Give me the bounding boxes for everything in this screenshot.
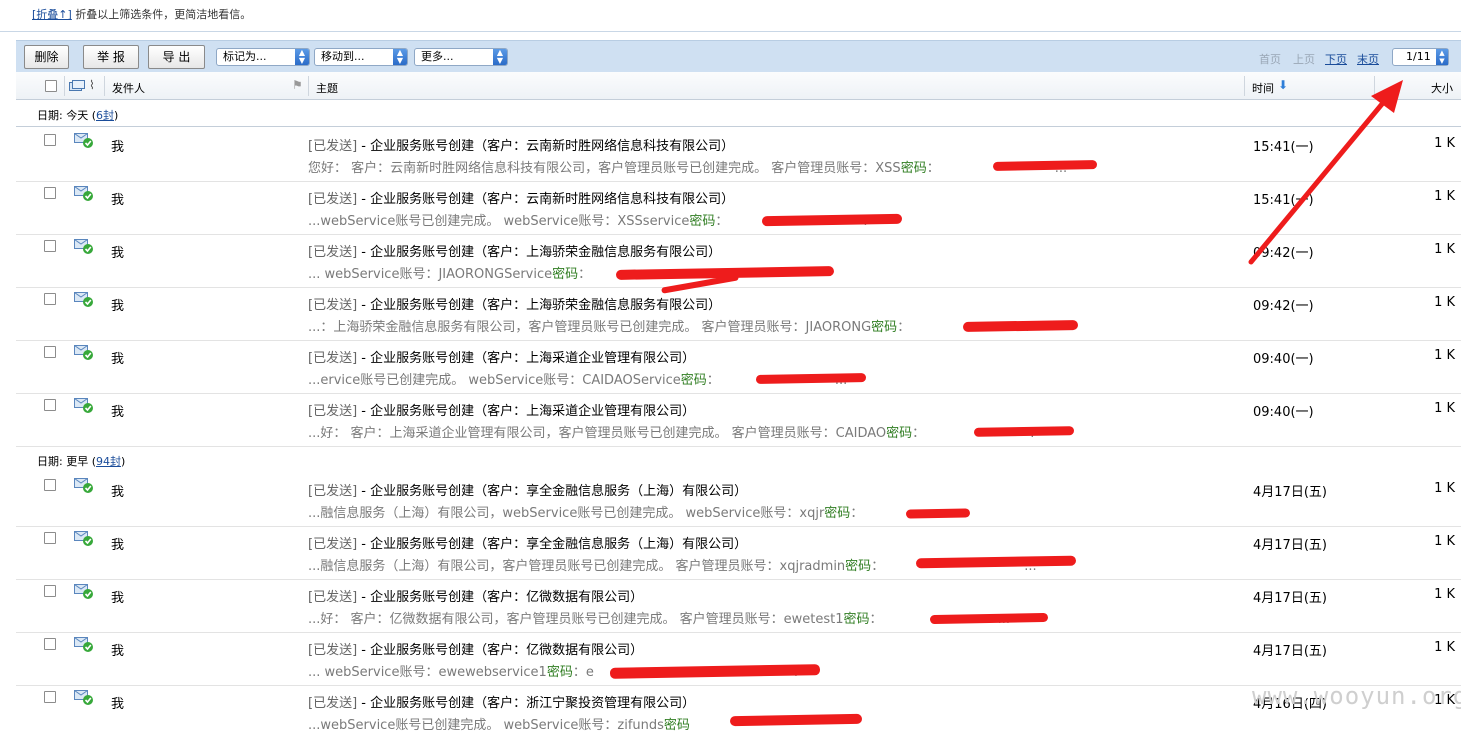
watermark: www.wooyun.org [1252, 682, 1461, 710]
annotation-arrow-icon [1248, 80, 1403, 265]
